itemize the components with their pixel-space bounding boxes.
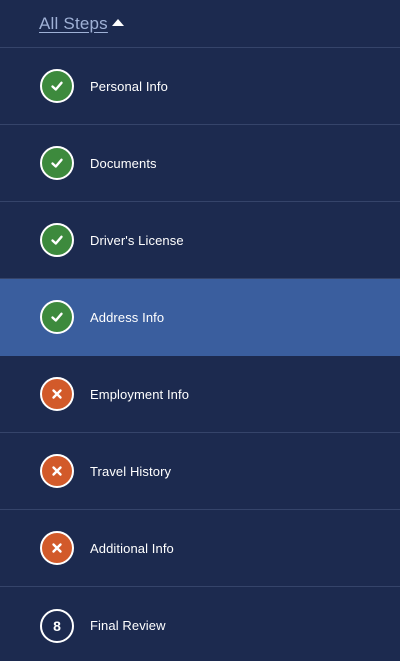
step-documents[interactable]: Documents bbox=[0, 125, 400, 202]
steps-header: All Steps bbox=[0, 0, 400, 48]
step-label: Additional Info bbox=[90, 540, 174, 556]
close-icon bbox=[40, 454, 74, 488]
steps-list: Personal Info Documents Driver's License… bbox=[0, 48, 400, 661]
step-label: Personal Info bbox=[90, 78, 168, 94]
step-number-badge: 8 bbox=[40, 608, 74, 643]
close-icon bbox=[40, 531, 74, 565]
step-label: Final Review bbox=[90, 618, 166, 633]
step-label: Employment Info bbox=[90, 386, 190, 402]
check-icon bbox=[40, 300, 74, 334]
step-additional-info[interactable]: Additional Info bbox=[0, 510, 400, 587]
check-icon bbox=[40, 69, 74, 103]
step-label: Driver's License bbox=[90, 232, 184, 248]
step-address-info[interactable]: Address Info bbox=[0, 279, 400, 356]
all-steps-label: All Steps bbox=[39, 13, 108, 33]
step-number: 8 bbox=[53, 617, 61, 634]
check-icon bbox=[40, 146, 74, 180]
step-label: Documents bbox=[90, 155, 157, 171]
check-icon bbox=[40, 223, 74, 257]
close-icon bbox=[40, 377, 74, 411]
step-label: Address Info bbox=[90, 309, 165, 325]
caret-up-icon bbox=[111, 19, 124, 26]
step-personal-info[interactable]: Personal Info bbox=[0, 48, 400, 125]
steps-panel: All Steps Personal Info Documents Driver… bbox=[0, 0, 400, 661]
step-employment-info[interactable]: Employment Info bbox=[0, 356, 400, 433]
step-travel-history[interactable]: Travel History bbox=[0, 433, 400, 510]
step-label: Travel History bbox=[90, 463, 172, 479]
step-final-review[interactable]: 8 Final Review bbox=[0, 587, 400, 661]
step-drivers-license[interactable]: Driver's License bbox=[0, 202, 400, 279]
all-steps-toggle[interactable]: All Steps bbox=[39, 14, 124, 34]
